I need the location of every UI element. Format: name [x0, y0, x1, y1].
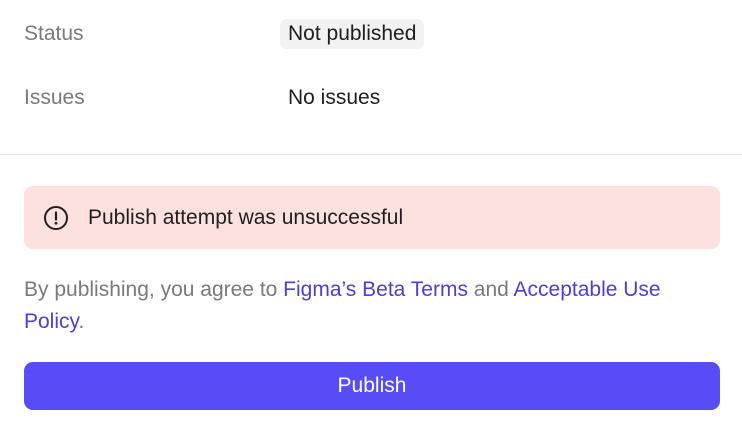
terms-text: By publishing, you agree to Figma’s Beta… [24, 274, 724, 338]
beta-terms-link[interactable]: Figma’s Beta Terms [283, 278, 468, 301]
status-label: Status [24, 22, 84, 45]
terms-middle: and [467, 278, 514, 301]
error-message: Publish attempt was unsuccessful [88, 205, 404, 229]
issues-value: No issues [288, 86, 381, 109]
status-badge: Not published [280, 19, 425, 49]
publish-button[interactable]: Publish [24, 362, 720, 410]
section-divider [0, 154, 742, 155]
issues-label: Issues [24, 86, 85, 109]
error-banner: Publish attempt was unsuccessful [24, 186, 720, 249]
terms-prefix: By publishing, you agree to [24, 278, 284, 301]
terms-suffix: . [78, 310, 85, 333]
publish-panel: Status Not published Issues No issues Pu… [0, 0, 742, 426]
issues-row: Issues No issues [24, 81, 718, 115]
status-row: Status Not published [24, 17, 718, 51]
alert-circle-icon [43, 205, 69, 231]
